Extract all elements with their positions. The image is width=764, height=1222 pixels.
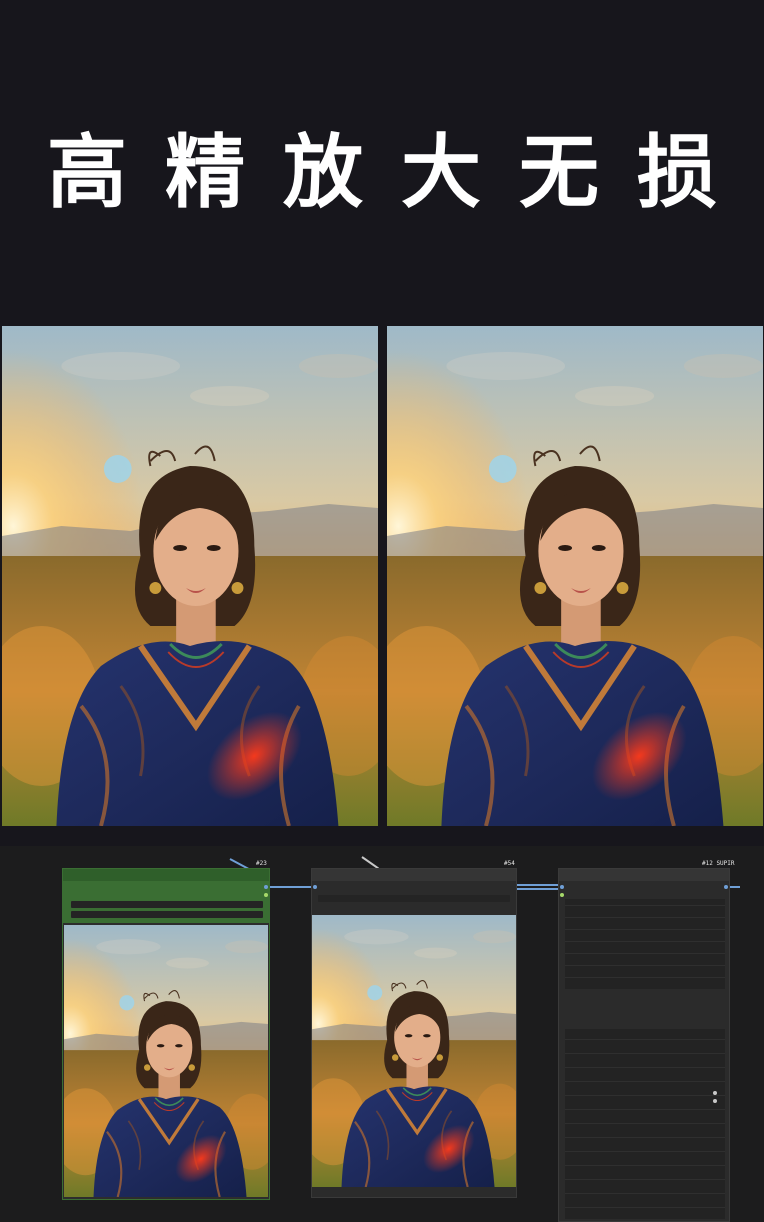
node-header[interactable] — [312, 869, 516, 881]
input-port[interactable] — [560, 893, 564, 897]
link-wire — [268, 886, 314, 888]
link-wire — [730, 886, 740, 888]
node-header[interactable] — [559, 869, 729, 881]
node-preview-image — [64, 925, 268, 1197]
node-id-label: #54 — [504, 860, 515, 867]
input-port[interactable] — [560, 885, 564, 889]
node-canvas[interactable]: #23 #54 #12 SUPIR — [0, 846, 764, 1222]
node-preview-image — [312, 915, 516, 1187]
node-widget-group — [565, 1029, 725, 1219]
toggle-dot[interactable] — [713, 1091, 717, 1095]
image-node-2[interactable] — [311, 868, 517, 1198]
node-widget-group — [565, 899, 725, 989]
output-port[interactable] — [264, 893, 268, 897]
link-wire — [516, 884, 562, 886]
node-input-field[interactable] — [71, 901, 263, 908]
node-id-label: #12 SUPIR — [702, 860, 735, 867]
input-port[interactable] — [313, 885, 317, 889]
node-input-field[interactable] — [318, 895, 510, 902]
output-port[interactable] — [724, 885, 728, 889]
banner-title: 高精放大无损 — [47, 126, 755, 219]
toggle-dot[interactable] — [713, 1099, 717, 1103]
output-port[interactable] — [264, 885, 268, 889]
node-input-field[interactable] — [71, 911, 263, 918]
node-header[interactable] — [63, 869, 269, 881]
comparison-image-right — [387, 326, 763, 826]
supir-node[interactable] — [558, 868, 730, 1222]
comparison-image-left — [2, 326, 378, 826]
image-node-1[interactable] — [62, 868, 270, 1200]
node-id-label: #23 — [256, 860, 267, 867]
link-wire — [516, 888, 562, 890]
